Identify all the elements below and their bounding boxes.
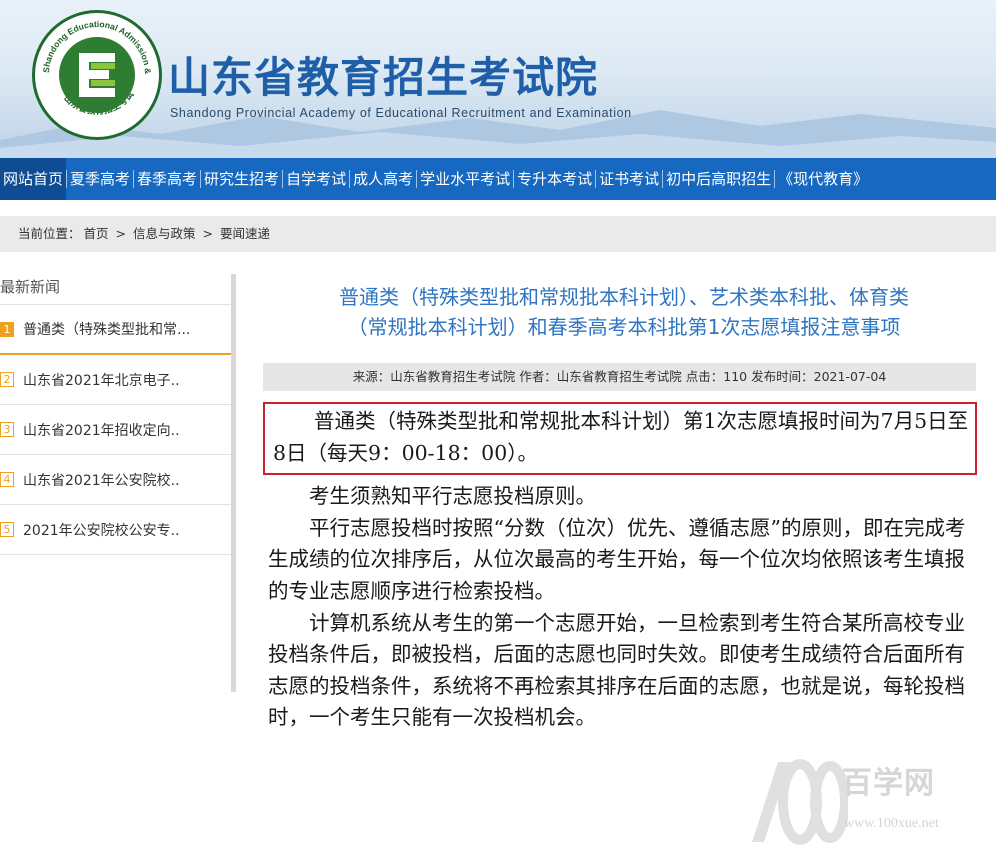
nav-item-spring-gaokao[interactable]: 春季高考 <box>134 158 200 200</box>
academy-logo[interactable]: Shandong Educational Admission & Examina… <box>32 10 162 140</box>
nav-item-upgrade-exam[interactable]: 专升本考试 <box>514 158 595 200</box>
watermark-url: www.100xue.net <box>844 816 939 831</box>
meta-source: 山东省教育招生考试院 <box>390 369 516 384</box>
news-rank-badge: 5 <box>0 522 14 537</box>
breadcrumb-policy-link[interactable]: 信息与政策 <box>133 226 196 241</box>
sidebar-title: 最新新闻 <box>0 278 61 296</box>
watermark-100-logo <box>752 759 848 845</box>
main-nav: 网站首页 夏季高考 春季高考 研究生招考 自学考试 成人高考 学业水平考试 专升… <box>0 158 996 200</box>
meta-author-label: 作者： <box>519 369 557 384</box>
breadcrumb-label: 当前位置： <box>18 226 81 241</box>
logo-emblem <box>59 37 135 113</box>
breadcrumb: 当前位置： 首页 > 信息与政策 > 要闻速递 <box>0 216 996 252</box>
sidebar-news-list: 1 普通类（特殊类型批和常... 2 山东省2021年北京电子.. 3 山东省2… <box>0 304 231 555</box>
article-paragraph: 平行志愿投档时按照“分数（位次）优先、遵循志愿”的原则，即在完成考生成绩的位次排… <box>268 515 966 603</box>
news-rank-badge: 4 <box>0 472 14 487</box>
news-item-link[interactable]: 2021年公安院校公安专.. <box>23 520 180 540</box>
breadcrumb-separator: > <box>115 226 126 241</box>
news-rank-badge: 2 <box>0 372 14 387</box>
sidebar-news-item[interactable]: 3 山东省2021年招收定向.. <box>0 405 231 455</box>
article-body: 普通类（特殊类型批和常规批本科计划）第1次志愿填报时间为7月5日至8日（每天9：… <box>263 402 977 734</box>
article-title: 普通类（特殊类型批和常规批本科计划）、艺术类本科批、体育类 （常规批本科计划）和… <box>268 282 980 342</box>
site-title-cn: 山东省教育招生考试院 <box>168 53 599 102</box>
news-item-link[interactable]: 山东省2021年招收定向.. <box>23 420 180 440</box>
meta-date: 2021-07-04 <box>813 369 887 384</box>
article-paragraph: 考生须熟知平行志愿投档原则。 <box>309 484 596 509</box>
nav-item-self-study-exam[interactable]: 自学考试 <box>283 158 349 200</box>
meta-clicks: 110 <box>723 369 748 384</box>
nav-item-vocational-admission[interactable]: 初中后高职招生 <box>663 158 774 200</box>
article-meta: 来源：山东省教育招生考试院 作者：山东省教育招生考试院 点击：110 发布时间：… <box>263 363 976 391</box>
notice-paragraph: 普通类（特殊类型批和常规批本科计划）第1次志愿填报时间为7月5日至8日（每天9：… <box>273 409 969 465</box>
article-paragraph: 计算机系统从考生的第一个志愿开始，一旦检索到考生符合某所高校专业投档条件后，即被… <box>268 610 965 730</box>
news-rank-badge: 1 <box>0 321 14 337</box>
breadcrumb-separator: > <box>202 226 213 241</box>
article-title-line: 普通类（特殊类型批和常规批本科计划）、艺术类本科批、体育类 <box>339 285 909 309</box>
news-item-link[interactable]: 普通类（特殊类型批和常... <box>23 319 190 339</box>
nav-item-proficiency-exam[interactable]: 学业水平考试 <box>417 158 513 200</box>
article-title-line: （常规批本科计划）和春季高考本科批第1次志愿填报注意事项 <box>347 315 901 339</box>
nav-item-certificate-exam[interactable]: 证书考试 <box>596 158 662 200</box>
news-item-link[interactable]: 山东省2021年北京电子.. <box>23 370 180 390</box>
site-header: Shandong Educational Admission & Examina… <box>0 0 996 158</box>
watermark-text: 百学网 <box>842 766 935 801</box>
sidebar-news-item[interactable]: 2 山东省2021年北京电子.. <box>0 355 231 405</box>
sidebar-news-item[interactable]: 4 山东省2021年公安院校.. <box>0 455 231 505</box>
nav-item-summer-gaokao[interactable]: 夏季高考 <box>67 158 133 200</box>
nav-item-graduate-exam[interactable]: 研究生招考 <box>201 158 282 200</box>
breadcrumb-home-link[interactable]: 首页 <box>84 226 109 241</box>
news-rank-badge: 3 <box>0 422 14 437</box>
meta-source-label: 来源： <box>352 369 391 384</box>
watermark: 百学网 www.100xue.net <box>738 752 996 849</box>
meta-date-label: 发布时间： <box>751 369 814 384</box>
logo-e-icon <box>79 53 115 97</box>
nav-item-home[interactable]: 网站首页 <box>0 158 67 200</box>
meta-author: 山东省教育招生考试院 <box>556 369 682 384</box>
nav-item-modern-education[interactable]: 《现代教育》 <box>775 158 871 200</box>
highlighted-notice: 普通类（特殊类型批和常规批本科计划）第1次志愿填报时间为7月5日至8日（每天9：… <box>263 402 977 476</box>
sidebar-news-item[interactable]: 5 2021年公安院校公安专.. <box>0 505 231 555</box>
meta-clicks-label: 点击： <box>685 369 724 384</box>
sidebar-latest-news: 最新新闻 1 普通类（特殊类型批和常... 2 山东省2021年北京电子.. 3… <box>0 274 236 692</box>
breadcrumb-news-link[interactable]: 要闻速递 <box>220 226 270 241</box>
news-item-link[interactable]: 山东省2021年公安院校.. <box>23 470 180 490</box>
site-title-en: Shandong Provincial Academy of Education… <box>170 106 632 120</box>
nav-item-adult-gaokao[interactable]: 成人高考 <box>350 158 416 200</box>
sidebar-news-item[interactable]: 1 普通类（特殊类型批和常... <box>0 305 231 355</box>
